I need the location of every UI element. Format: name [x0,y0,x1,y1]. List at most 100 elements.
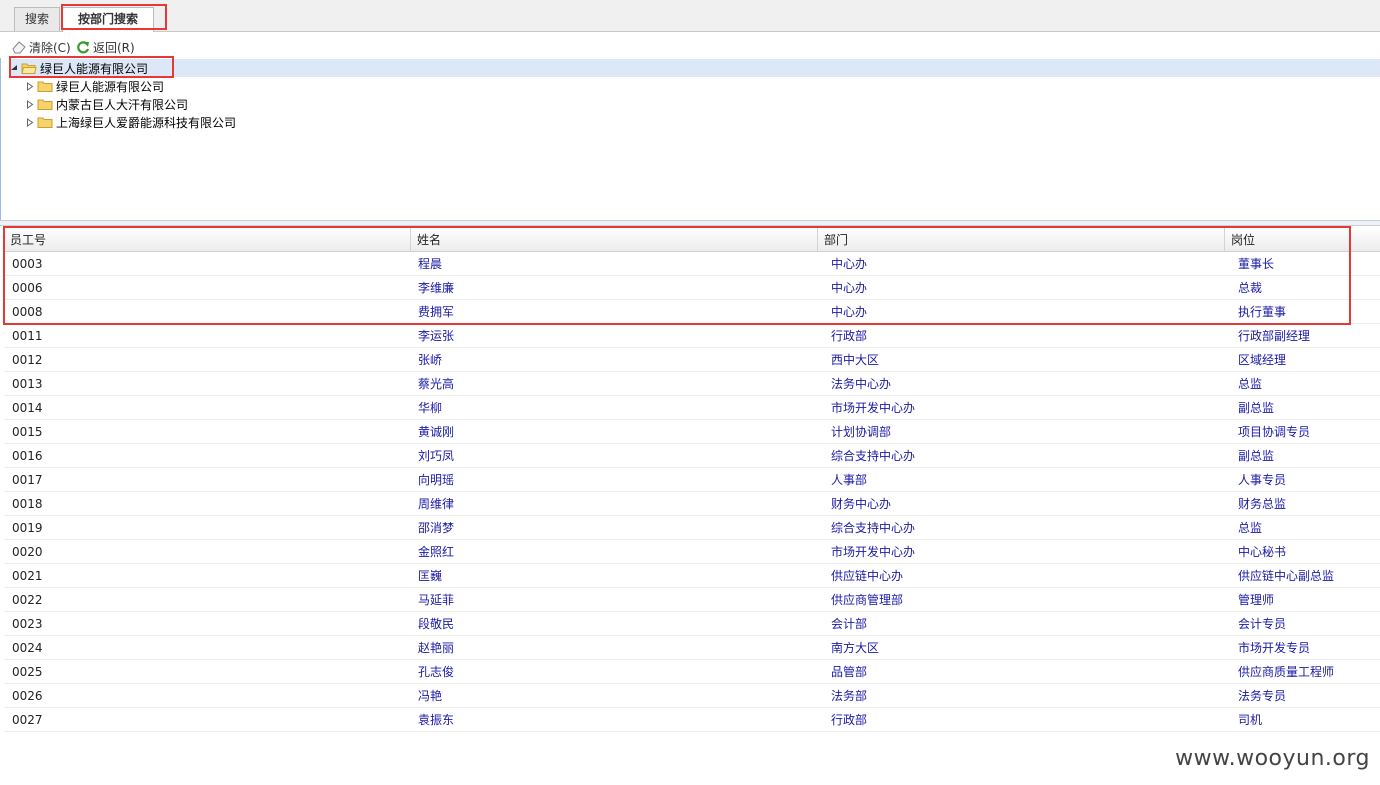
position-link[interactable]: 法务专员 [1238,684,1286,708]
table-row[interactable]: 0019 邵消梦 综合支持中心办 总监 [4,516,1380,540]
position-link[interactable]: 行政部副经理 [1238,324,1310,348]
name-link[interactable]: 赵艳丽 [418,636,454,660]
name-link[interactable]: 邵消梦 [418,516,454,540]
position-link[interactable]: 管理师 [1238,588,1274,612]
position-link[interactable]: 供应链中心副总监 [1238,564,1334,588]
position-link[interactable]: 项目协调专员 [1238,420,1310,444]
department-link[interactable]: 人事部 [831,468,867,492]
name-link[interactable]: 段敬民 [418,612,454,636]
column-header-name[interactable]: 姓名 [411,228,818,252]
department-link[interactable]: 中心办 [831,276,867,300]
clear-button[interactable]: 清除(C) [11,38,71,56]
tree-node-root[interactable]: 绿巨人能源有限公司 [9,59,1380,77]
column-header-employee-id[interactable]: 员工号 [4,228,411,252]
department-link[interactable]: 综合支持中心办 [831,516,915,540]
column-header-department[interactable]: 部门 [818,228,1225,252]
name-link[interactable]: 冯艳 [418,684,442,708]
table-row[interactable]: 0027 袁振东 行政部 司机 [4,708,1380,732]
collapsed-arrow-icon[interactable] [25,117,35,127]
table-row[interactable]: 0024 赵艳丽 南方大区 市场开发专员 [4,636,1380,660]
position-link[interactable]: 副总监 [1238,396,1274,420]
name-link[interactable]: 周维律 [418,492,454,516]
position-link[interactable]: 市场开发专员 [1238,636,1310,660]
department-link[interactable]: 品管部 [831,660,867,684]
tab-search[interactable]: 搜索 [14,7,60,31]
position-link[interactable]: 人事专员 [1238,468,1286,492]
name-link[interactable]: 匡巍 [418,564,442,588]
department-link[interactable]: 行政部 [831,324,867,348]
position-link[interactable]: 供应商质量工程师 [1238,660,1334,684]
department-link[interactable]: 综合支持中心办 [831,444,915,468]
position-link[interactable]: 中心秘书 [1238,540,1286,564]
folder-icon [37,99,53,110]
name-link[interactable]: 黄诚刚 [418,420,454,444]
position-link[interactable]: 总监 [1238,516,1262,540]
table-row[interactable]: 0003 程晨 中心办 董事长 [4,252,1380,276]
name-link[interactable]: 金照红 [418,540,454,564]
table-row[interactable]: 0020 金照红 市场开发中心办 中心秘书 [4,540,1380,564]
table-row[interactable]: 0026 冯艳 法务部 法务专员 [4,684,1380,708]
name-link[interactable]: 孔志俊 [418,660,454,684]
department-link[interactable]: 中心办 [831,252,867,276]
pane-splitter[interactable] [0,220,1380,226]
table-row[interactable]: 0023 段敬民 会计部 会计专员 [4,612,1380,636]
name-link[interactable]: 向明瑶 [418,468,454,492]
position-link[interactable]: 会计专员 [1238,612,1286,636]
department-link[interactable]: 供应商管理部 [831,588,903,612]
table-row[interactable]: 0018 周维律 财务中心办 财务总监 [4,492,1380,516]
department-link[interactable]: 法务中心办 [831,372,891,396]
employee-id-cell: 0019 [12,521,43,535]
department-link[interactable]: 供应链中心办 [831,564,903,588]
table-row[interactable]: 0013 蔡光高 法务中心办 总监 [4,372,1380,396]
department-link[interactable]: 财务中心办 [831,492,891,516]
table-row[interactable]: 0011 李运张 行政部 行政部副经理 [4,324,1380,348]
position-link[interactable]: 董事长 [1238,252,1274,276]
name-link[interactable]: 华柳 [418,396,442,420]
table-row[interactable]: 0014 华柳 市场开发中心办 副总监 [4,396,1380,420]
table-row[interactable]: 0016 刘巧凤 综合支持中心办 副总监 [4,444,1380,468]
position-link[interactable]: 执行董事 [1238,300,1286,324]
name-link[interactable]: 李维廉 [418,276,454,300]
table-row[interactable]: 0008 费拥军 中心办 执行董事 [4,300,1380,324]
department-link[interactable]: 计划协调部 [831,420,891,444]
position-link[interactable]: 总裁 [1238,276,1262,300]
table-row[interactable]: 0021 匡巍 供应链中心办 供应链中心副总监 [4,564,1380,588]
department-link[interactable]: 行政部 [831,708,867,732]
name-link[interactable]: 马延菲 [418,588,454,612]
department-link[interactable]: 南方大区 [831,636,879,660]
department-link[interactable]: 市场开发中心办 [831,396,915,420]
position-link[interactable]: 区域经理 [1238,348,1286,372]
position-link[interactable]: 总监 [1238,372,1262,396]
name-link[interactable]: 张峤 [418,348,442,372]
position-link[interactable]: 司机 [1238,708,1262,732]
department-link[interactable]: 法务部 [831,684,867,708]
expanded-arrow-icon[interactable] [9,63,19,73]
table-row[interactable]: 0006 李维廉 中心办 总裁 [4,276,1380,300]
back-button[interactable]: 返回(R) [75,38,135,56]
tree-node-child[interactable]: 绿巨人能源有限公司 [25,77,164,95]
tree-node-child[interactable]: 上海绿巨人爱爵能源科技有限公司 [25,113,236,131]
name-link[interactable]: 费拥军 [418,300,454,324]
position-link[interactable]: 副总监 [1238,444,1274,468]
name-link[interactable]: 袁振东 [418,708,454,732]
department-link[interactable]: 会计部 [831,612,867,636]
table-row[interactable]: 0022 马延菲 供应商管理部 管理师 [4,588,1380,612]
table-row[interactable]: 0015 黄诚刚 计划协调部 项目协调专员 [4,420,1380,444]
department-link[interactable]: 西中大区 [831,348,879,372]
department-link[interactable]: 市场开发中心办 [831,540,915,564]
table-row[interactable]: 0017 向明瑶 人事部 人事专员 [4,468,1380,492]
name-link[interactable]: 刘巧凤 [418,444,454,468]
name-link[interactable]: 李运张 [418,324,454,348]
table-row[interactable]: 0012 张峤 西中大区 区域经理 [4,348,1380,372]
table-row[interactable]: 0025 孔志俊 品管部 供应商质量工程师 [4,660,1380,684]
column-header-position[interactable]: 岗位 [1225,228,1380,252]
collapsed-arrow-icon[interactable] [25,99,35,109]
position-link[interactable]: 财务总监 [1238,492,1286,516]
name-link[interactable]: 程晨 [418,252,442,276]
name-link[interactable]: 蔡光高 [418,372,454,396]
folder-icon [37,81,53,92]
collapsed-arrow-icon[interactable] [25,81,35,91]
department-link[interactable]: 中心办 [831,300,867,324]
tab-search-by-department[interactable]: 按部门搜索 [62,7,154,32]
tree-node-child[interactable]: 内蒙古巨人大汗有限公司 [25,95,188,113]
